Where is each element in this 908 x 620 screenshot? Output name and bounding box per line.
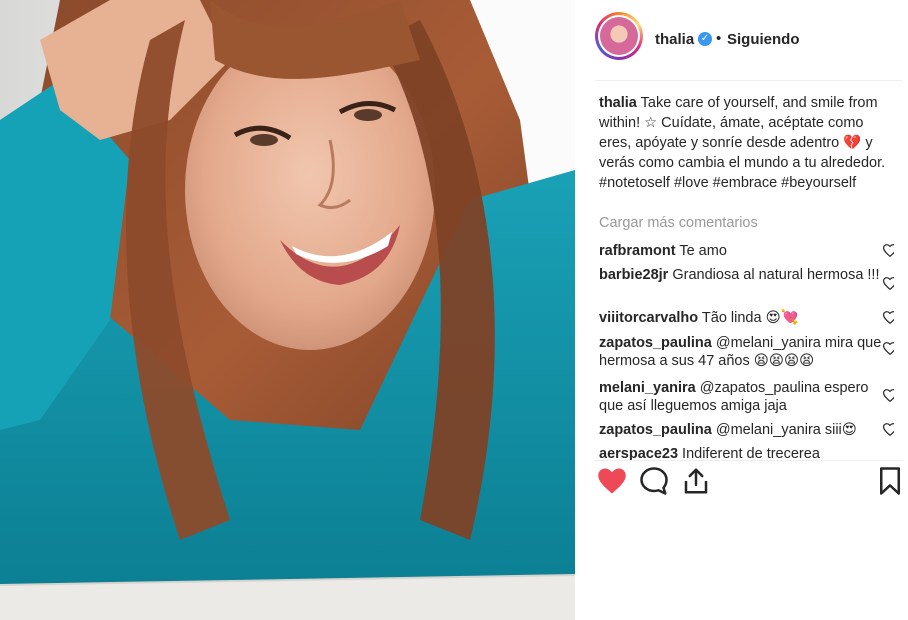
- post-caption: thalia Take care of yourself, and smile …: [599, 93, 889, 193]
- caption-text-1: Take care of yourself, and smile from wi…: [599, 95, 878, 151]
- heart-outline-icon[interactable]: [883, 277, 894, 290]
- comment-username[interactable]: rafbramont: [599, 243, 676, 259]
- comments-list[interactable]: rafbramont Te amo barbie28jr Grandiosa a…: [599, 242, 894, 460]
- post-photo[interactable]: [0, 0, 575, 620]
- selfie-illustration: [0, 0, 575, 620]
- heart-outline-icon[interactable]: [883, 244, 894, 257]
- bookmark-icon[interactable]: [875, 466, 905, 496]
- comment-username[interactable]: zapatos_paulina: [599, 335, 712, 351]
- comment-row: zapatos_paulina @melani_yanira siii😍: [599, 421, 894, 445]
- caption-author[interactable]: thalia: [599, 95, 637, 111]
- comment-text: Indiferent de trecerea: [682, 446, 820, 460]
- username-link[interactable]: thalia: [655, 31, 694, 48]
- comment-text: Te amo: [679, 243, 727, 259]
- share-upload-icon[interactable]: [681, 466, 711, 496]
- post-actions: [575, 466, 908, 502]
- post-header: thalia ✓ • Siguiendo: [575, 0, 908, 78]
- following-button[interactable]: Siguiendo: [727, 31, 800, 48]
- comment-row: rafbramont Te amo: [599, 242, 894, 266]
- header-divider: [595, 80, 903, 81]
- separator-dot: •: [716, 30, 722, 47]
- heart-outline-icon[interactable]: [883, 389, 894, 402]
- comment-username[interactable]: barbie28jr: [599, 267, 668, 283]
- comment-row: barbie28jr Grandiosa al natural hermosa …: [599, 266, 894, 309]
- story-avatar[interactable]: [595, 12, 643, 60]
- post-side-panel: thalia ✓ • Siguiendo thalia Take care of…: [575, 0, 908, 620]
- broken-heart-emoji: 💔: [843, 135, 862, 151]
- heart-filled-icon[interactable]: [597, 466, 627, 496]
- comment-username[interactable]: zapatos_paulina: [599, 422, 712, 438]
- comment-row: viiitorcarvalho Tão linda 😍💘: [599, 309, 894, 334]
- instagram-post: thalia ✓ • Siguiendo thalia Take care of…: [0, 0, 908, 620]
- comment-row: melani_yanira @zapatos_paulina espero qu…: [599, 379, 894, 421]
- comment-username[interactable]: melani_yanira: [599, 380, 696, 396]
- comment-text: Grandiosa al natural hermosa !!!: [672, 267, 880, 283]
- comment-row: aerspace23 Indiferent de trecerea: [599, 445, 889, 460]
- verified-badge-icon: ✓: [698, 32, 712, 46]
- comment-username[interactable]: viiitorcarvalho: [599, 310, 698, 326]
- actions-divider: [595, 460, 903, 461]
- comment-row: zapatos_paulina @melani_yanira mira que …: [599, 334, 894, 379]
- heart-outline-icon[interactable]: [883, 423, 894, 436]
- heart-outline-icon[interactable]: [883, 342, 894, 355]
- heart-outline-icon[interactable]: [883, 311, 894, 324]
- load-more-comments-link[interactable]: Cargar más comentarios: [599, 215, 758, 231]
- comment-text: @melani_yanira siii😍: [715, 422, 857, 438]
- comment-username[interactable]: aerspace23: [599, 446, 678, 460]
- comment-text: Tão linda 😍💘: [701, 310, 799, 326]
- avatar: [598, 15, 640, 57]
- comment-bubble-icon[interactable]: [639, 466, 669, 496]
